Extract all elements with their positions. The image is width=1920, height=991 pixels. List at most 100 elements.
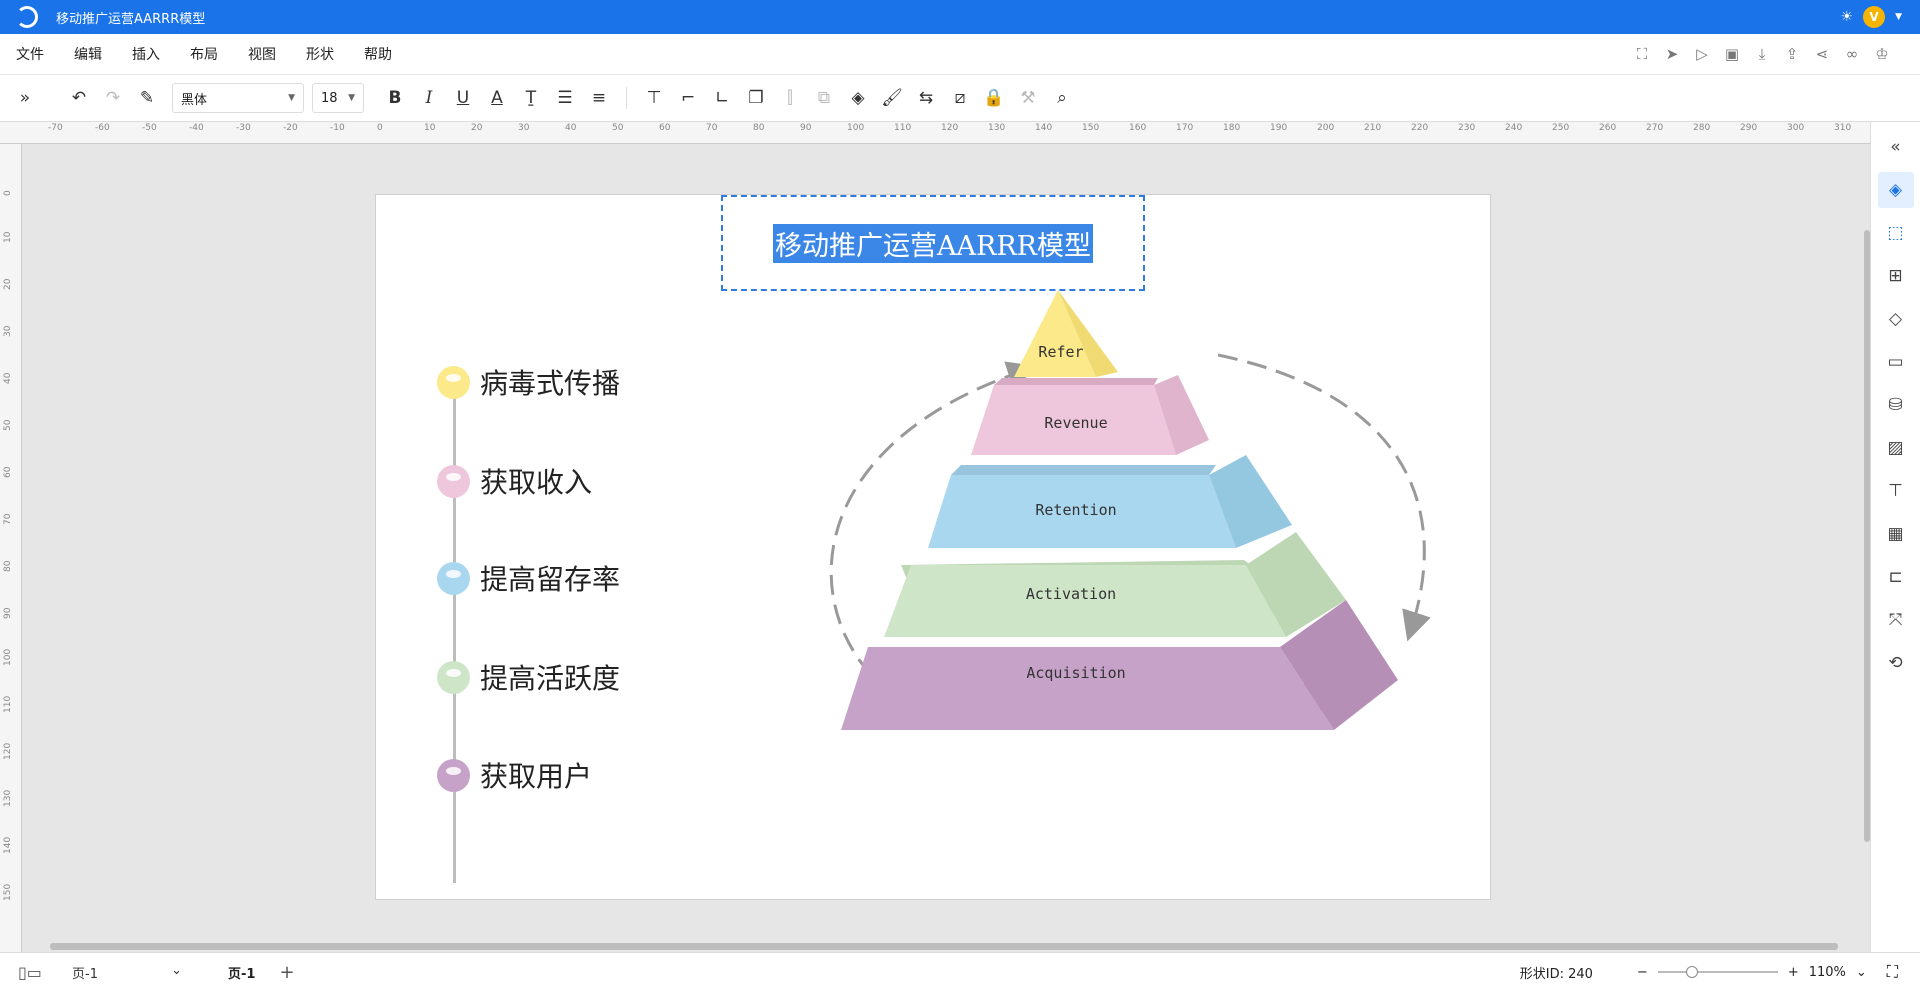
- vertical-ruler: 0 10 20 30 40 50 60 70 80 90 100 110 120 130 140 150: [0, 144, 22, 952]
- pyramid-label: Refer: [1038, 343, 1083, 361]
- org-chart-icon[interactable]: ⊤: [1878, 473, 1914, 509]
- fullscreen-icon[interactable]: ⛶: [1632, 45, 1652, 63]
- bold-icon[interactable]: B: [378, 83, 412, 113]
- canvas[interactable]: 移动推广运营AARRR模型 病毒式传播 获取收入 提高留存率 提高活跃度 获取用…: [22, 144, 1870, 952]
- shadow-icon[interactable]: ❐: [739, 83, 773, 113]
- pyramid-layer-refer[interactable]: Refer: [1014, 290, 1118, 377]
- fit-screen-icon[interactable]: ⛶: [1887, 962, 1898, 982]
- selected-title-box[interactable]: 移动推广运营AARRR模型: [721, 195, 1145, 291]
- menu-help[interactable]: 帮助: [364, 44, 392, 64]
- undo-icon[interactable]: ↶: [62, 83, 96, 113]
- ruler-tick-label: 50: [612, 123, 624, 133]
- ruler-tick-label: -30: [236, 123, 251, 133]
- font-size-select[interactable]: 18 ▼: [312, 83, 364, 113]
- chevron-down-icon[interactable]: ⌄: [1856, 965, 1867, 980]
- app-logo-icon[interactable]: [16, 6, 38, 28]
- step-item[interactable]: 提高活跃度: [437, 657, 620, 697]
- line-spacing-icon[interactable]: ≡: [582, 83, 616, 113]
- shirt-icon[interactable]: ♔: [1872, 45, 1892, 63]
- zoom-out-icon[interactable]: −: [1637, 965, 1648, 980]
- play-icon[interactable]: ▷: [1692, 45, 1712, 63]
- zoom-in-icon[interactable]: +: [1788, 965, 1799, 980]
- database-icon[interactable]: ⛁: [1878, 387, 1914, 423]
- ruler-tick-label: 30: [3, 325, 13, 337]
- diagram-title[interactable]: 移动推广运营AARRR模型: [773, 223, 1093, 263]
- export-icon[interactable]: ⇪: [1782, 45, 1802, 63]
- underline-icon[interactable]: U: [446, 83, 480, 113]
- download-icon[interactable]: ⤓: [1752, 45, 1772, 63]
- style-fill-icon[interactable]: ◈: [1877, 172, 1914, 208]
- line-style-icon[interactable]: ⇆: [909, 83, 943, 113]
- ruler-tick-label: 100: [3, 648, 13, 666]
- ruler-tick-label: -40: [189, 123, 204, 133]
- collaborate-icon[interactable]: ∞: [1842, 45, 1862, 63]
- send-icon[interactable]: ➤: [1662, 45, 1682, 63]
- brush-icon[interactable]: 🖌: [875, 83, 909, 113]
- shape-id: 形状ID: 240: [1519, 966, 1593, 982]
- ruler-tick-label: 200: [1317, 123, 1335, 133]
- step-item[interactable]: 获取收入: [437, 461, 592, 501]
- layout-icon[interactable]: ▦: [1878, 516, 1914, 552]
- horizontal-scrollbar[interactable]: [50, 943, 1838, 950]
- text-style-icon[interactable]: Ṯ: [514, 83, 548, 113]
- group-icon[interactable]: ⧉: [807, 83, 841, 113]
- font-color-icon[interactable]: A: [480, 83, 514, 113]
- pyramid-layer-revenue[interactable]: Revenue: [971, 375, 1209, 455]
- save-icon[interactable]: ▣: [1722, 45, 1742, 63]
- layers-icon[interactable]: ◇: [1878, 301, 1914, 337]
- step-item[interactable]: 提高留存率: [437, 558, 620, 598]
- menu-file[interactable]: 文件: [16, 44, 44, 64]
- step-dot: [437, 464, 470, 498]
- menu-insert[interactable]: 插入: [132, 44, 160, 64]
- ruler-tick-label: 0: [377, 123, 383, 133]
- text-box-icon[interactable]: ⊤: [637, 83, 671, 113]
- tools-icon[interactable]: ⚒: [1011, 83, 1045, 113]
- ruler-tick-label: 160: [1129, 123, 1147, 133]
- lock-icon[interactable]: 🔒: [977, 83, 1011, 113]
- ruler-tick-label: 30: [518, 123, 530, 133]
- select-shape-icon[interactable]: ⬚: [1877, 215, 1914, 251]
- history-icon[interactable]: ⟲: [1878, 645, 1914, 681]
- presentation-icon[interactable]: ▭: [1878, 344, 1914, 380]
- zoom-slider-knob[interactable]: [1685, 966, 1698, 978]
- font-family-select[interactable]: 黑体 ▼: [172, 83, 304, 113]
- mindmap-icon[interactable]: ⤧: [1878, 602, 1914, 638]
- share-icon[interactable]: ⋖: [1812, 45, 1832, 63]
- page-tab[interactable]: 页-1: [228, 963, 255, 982]
- search-icon[interactable]: ⌕: [1045, 83, 1079, 113]
- add-page-icon[interactable]: +: [279, 962, 294, 983]
- collapse-double-chevron-icon[interactable]: »: [8, 83, 42, 113]
- ruler-tick-label: 0: [3, 190, 13, 196]
- step-item[interactable]: 病毒式传播: [437, 362, 620, 402]
- corner-line-icon[interactable]: ∟: [705, 83, 739, 113]
- format-painter-icon[interactable]: ✎: [130, 83, 164, 113]
- chevron-down-icon[interactable]: ▼: [1895, 12, 1902, 22]
- page-select[interactable]: 页-1 ⌄: [72, 963, 182, 982]
- align-icon[interactable]: ☰: [548, 83, 582, 113]
- step-item[interactable]: 获取用户: [437, 755, 592, 795]
- vip-icon[interactable]: V: [1863, 6, 1886, 28]
- menu-view[interactable]: 视图: [248, 44, 276, 64]
- redo-icon[interactable]: ↷: [96, 83, 130, 113]
- ruler-tick-label: 120: [941, 123, 959, 133]
- fill-bucket-icon[interactable]: ◈: [841, 83, 875, 113]
- menu-shape[interactable]: 形状: [306, 44, 334, 64]
- diagram-page[interactable]: 移动推广运营AARRR模型 病毒式传播 获取收入 提高留存率 提高活跃度 获取用…: [375, 194, 1491, 900]
- zoom-value[interactable]: 110%: [1809, 965, 1846, 980]
- menu-layout[interactable]: 布局: [190, 44, 218, 64]
- edit-shape-icon[interactable]: ⧄: [943, 83, 977, 113]
- menu-edit[interactable]: 编辑: [74, 44, 102, 64]
- image-icon[interactable]: ▨: [1878, 430, 1914, 466]
- right-sidebar: « ◈ ⬚ ⊞ ◇ ▭ ⛁ ▨ ⊤ ▦ ⊏ ⤧ ⟲: [1870, 122, 1920, 952]
- pyramid-layer-retention[interactable]: Retention: [928, 455, 1292, 548]
- zoom-slider[interactable]: [1657, 966, 1778, 978]
- collapse-panel-icon[interactable]: «: [1878, 129, 1914, 165]
- aarrr-pyramid[interactable]: Acquisition Activation Retention Revenue…: [826, 290, 1446, 840]
- connector-style-icon[interactable]: ⊏: [1878, 559, 1914, 595]
- page-panel-icon[interactable]: ▯▭: [18, 963, 48, 982]
- connector-icon[interactable]: ⌐: [671, 83, 705, 113]
- theme-icon[interactable]: ☀: [1841, 9, 1854, 25]
- grid-icon[interactable]: ⊞: [1878, 258, 1914, 294]
- align-shapes-icon[interactable]: ⫿: [773, 83, 807, 113]
- italic-icon[interactable]: I: [412, 83, 446, 113]
